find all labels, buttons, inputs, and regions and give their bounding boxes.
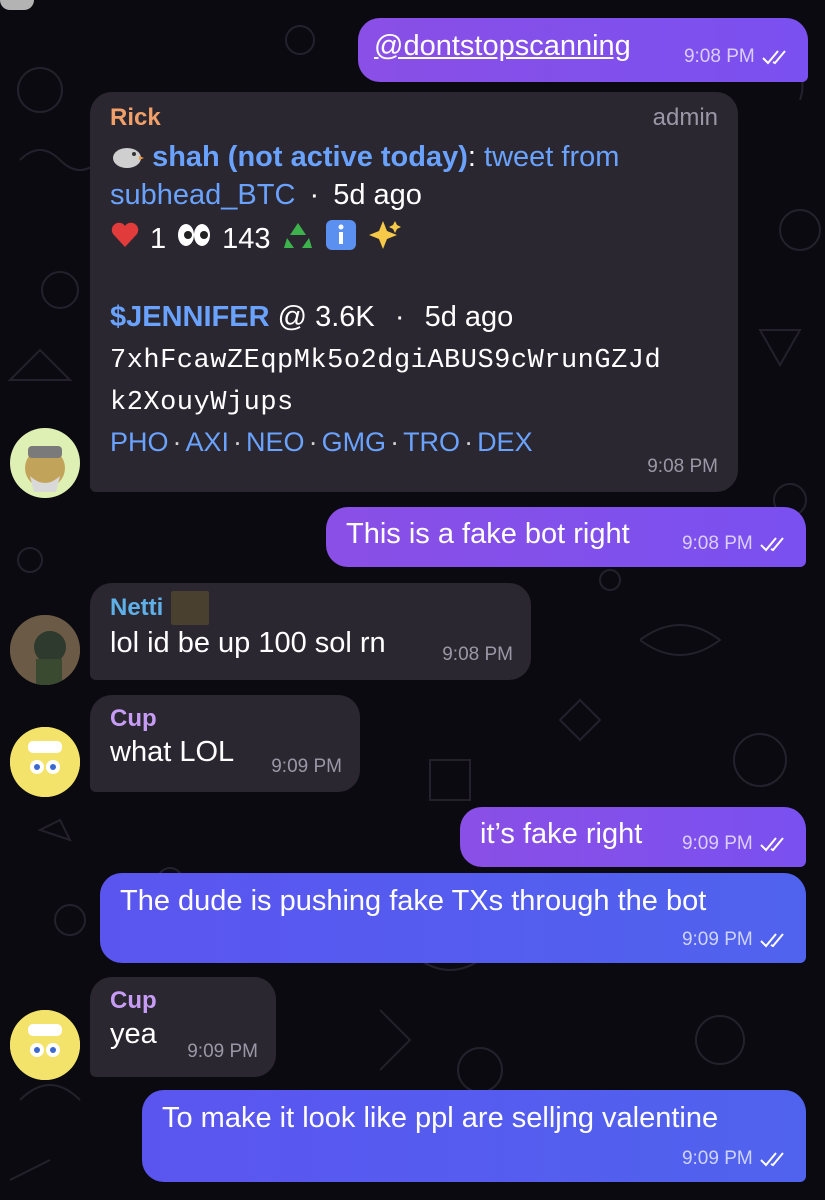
colon: :: [467, 141, 476, 174]
outgoing-message[interactable]: it’s fake right 9:09 PM: [460, 807, 806, 867]
post-age: 5d ago: [333, 178, 422, 211]
incoming-message[interactable]: Rick admin shah (not active today): twee…: [90, 92, 738, 492]
message-text: lol id be up 100 sol rn: [110, 627, 386, 659]
separator-dot: ·: [394, 301, 405, 334]
sender-badge-icon: [171, 591, 210, 625]
token-age: 5d ago: [424, 301, 514, 334]
mention-link[interactable]: @dontstopscanning: [374, 30, 631, 62]
info-icon[interactable]: [325, 219, 357, 262]
bird-icon: [110, 142, 144, 170]
message-text: This is a fake bot right: [346, 518, 630, 550]
sender-name[interactable]: Cup: [110, 703, 340, 734]
avatar[interactable]: [10, 727, 80, 797]
message-time: 9:09 PM: [187, 1041, 258, 1063]
exchange-links: PHO · AXI · NEO · GMG · TRO · DEX: [110, 425, 718, 460]
message-time: 9:09 PM: [681, 929, 753, 951]
sparkles-icon[interactable]: [367, 219, 401, 262]
separator-dot: ·: [308, 426, 318, 457]
outgoing-message[interactable]: @dontstopscanning 9:08 PM: [358, 18, 808, 82]
link-pho[interactable]: PHO: [110, 427, 169, 457]
message-text: To make it look like ppl are selljng val…: [162, 1102, 719, 1134]
link-tro[interactable]: TRO: [403, 427, 460, 457]
separator-dot: ·: [464, 426, 474, 457]
eyes-count: 143: [222, 223, 271, 256]
separator-dot: ·: [172, 426, 182, 457]
eyes-icon: [176, 221, 212, 260]
address-line: k2XouyWjups: [110, 387, 294, 418]
link-dex[interactable]: DEX: [477, 427, 533, 457]
address-line: 7xhFcawZEqpMk5o2dgiABUS9cWrunGZJd: [110, 345, 662, 376]
double-check-icon: [760, 1152, 784, 1167]
outgoing-message[interactable]: The dude is pushing fake TXs through the…: [100, 873, 806, 963]
message-time: 9:08 PM: [647, 456, 718, 478]
message-time: 9:08 PM: [681, 533, 753, 555]
contract-address[interactable]: 7xhFcawZEqpMk5o2dgiABUS9cWrunGZJd k2Xouy…: [110, 341, 718, 425]
link-neo[interactable]: NEO: [246, 427, 305, 457]
link-axi[interactable]: AXI: [186, 427, 230, 457]
message-text: The dude is pushing fake TXs through the…: [120, 885, 707, 917]
message-time: 9:09 PM: [271, 756, 342, 778]
double-check-icon: [762, 50, 786, 65]
handle-link[interactable]: subhead_BTC: [110, 179, 295, 211]
message-time: 9:08 PM: [683, 46, 755, 68]
message-text: it’s fake right: [480, 818, 643, 850]
partial-avatar: [0, 0, 34, 10]
double-check-icon: [760, 933, 784, 948]
message-time: 9:09 PM: [681, 833, 753, 855]
outgoing-message[interactable]: To make it look like ppl are selljng val…: [142, 1090, 806, 1182]
avatar[interactable]: [10, 1010, 80, 1080]
outgoing-message[interactable]: This is a fake bot right 9:08 PM: [326, 507, 806, 567]
tweet-link[interactable]: tweet from: [484, 141, 619, 173]
heart-count: 1: [150, 223, 167, 256]
avatar[interactable]: [10, 615, 80, 685]
tweeter-name[interactable]: shah (not active today): [152, 141, 468, 173]
link-gmg[interactable]: GMG: [322, 427, 387, 457]
sender-name[interactable]: Rick: [110, 102, 161, 133]
double-check-icon: [760, 837, 784, 852]
incoming-message[interactable]: Cup what LOL 9:09 PM: [90, 695, 360, 792]
token-mcap: @ 3.6K: [277, 301, 375, 334]
avatar[interactable]: [10, 428, 80, 498]
incoming-message[interactable]: Cup yea 9:09 PM: [90, 977, 276, 1077]
incoming-message[interactable]: Netti lol id be up 100 sol rn 9:08 PM: [90, 583, 531, 680]
message-time: 9:08 PM: [442, 644, 513, 666]
recycle-icon[interactable]: [281, 220, 315, 261]
sender-name[interactable]: Netti: [110, 592, 163, 623]
sender-name[interactable]: Cup: [110, 985, 256, 1016]
message-time: 9:09 PM: [681, 1148, 753, 1170]
admin-badge: admin: [652, 104, 718, 131]
heart-icon: [110, 221, 140, 260]
separator-dot: ·: [233, 426, 243, 457]
token-link[interactable]: $JENNIFER: [110, 301, 270, 333]
separator-dot: ·: [390, 426, 400, 457]
separator-dot: ·: [309, 178, 320, 211]
double-check-icon: [760, 537, 784, 552]
